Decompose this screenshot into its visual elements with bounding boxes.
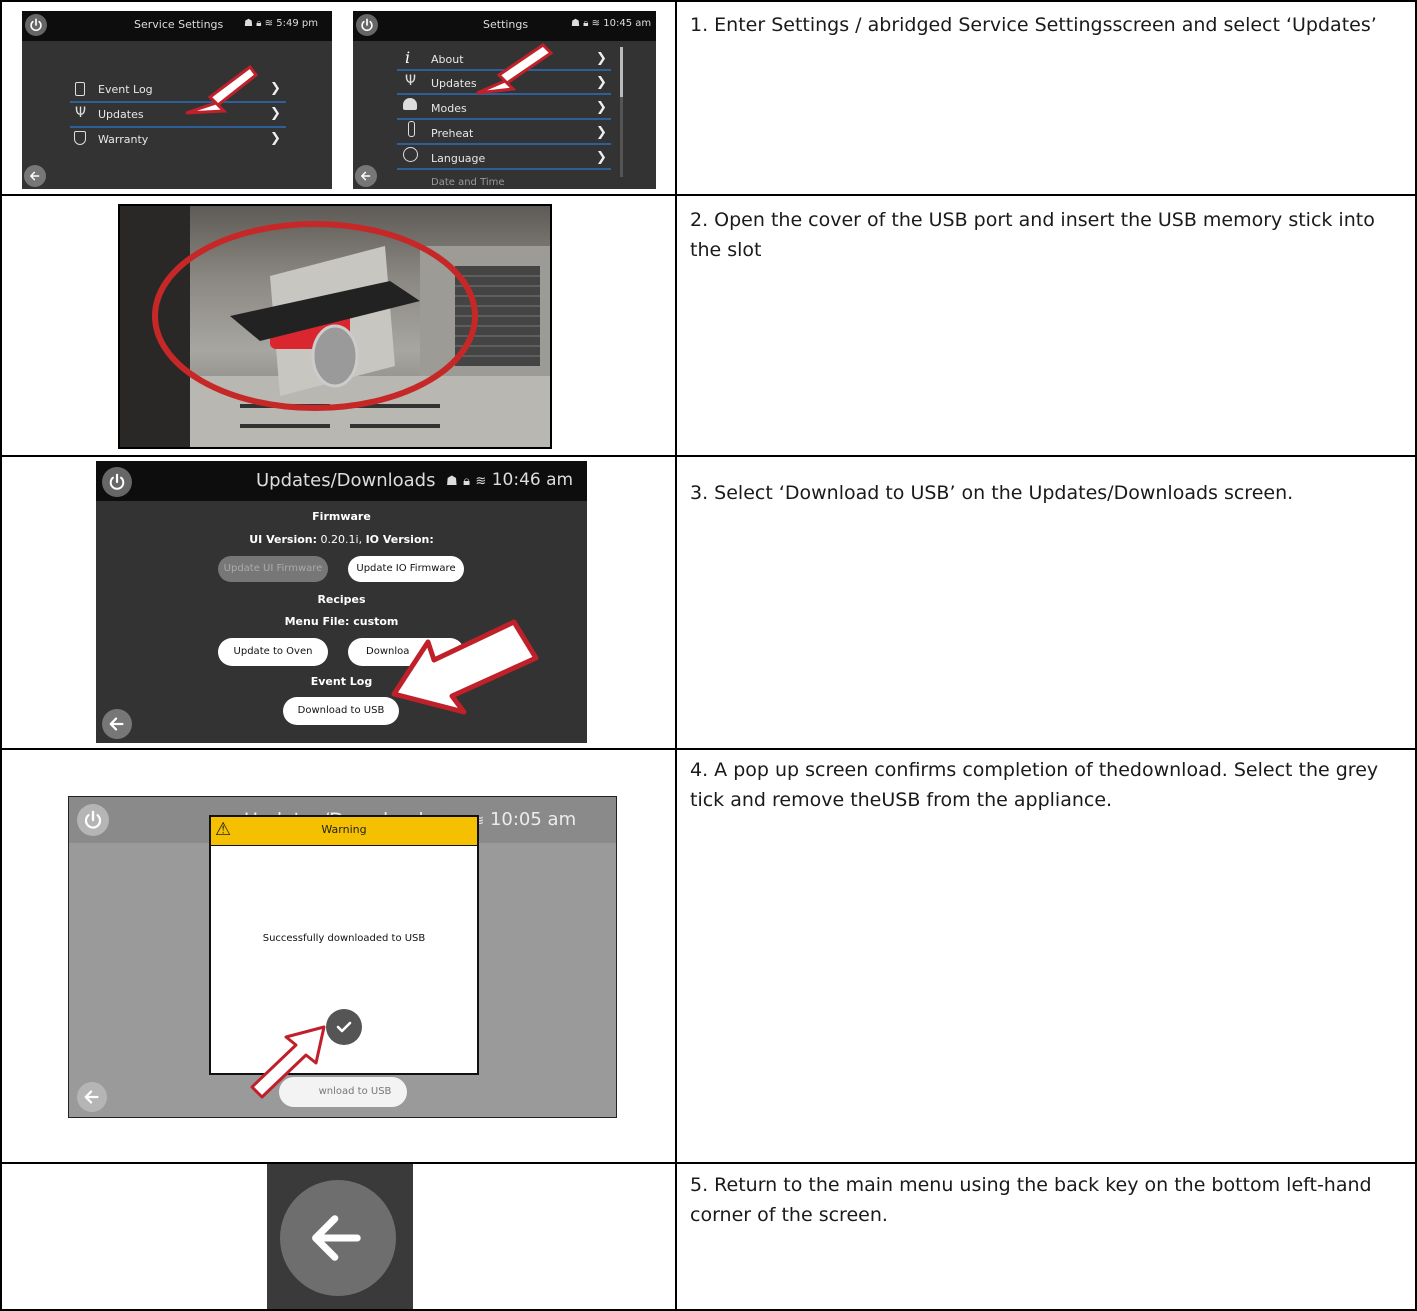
chef-icon: ☗: [571, 18, 580, 29]
update-io-firmware-button[interactable]: Update IO Firmware: [348, 556, 464, 582]
back-button[interactable]: [77, 1082, 107, 1112]
arrow-left-icon: [361, 171, 371, 181]
lock-icon: 🔒︎: [463, 474, 470, 489]
confirm-tick-button[interactable]: [326, 1009, 362, 1045]
menu-item-modes[interactable]: Modes: [431, 102, 467, 115]
settings-screen: Settings ☗ 🔒︎ ≋ 10:45 am i About ❯ Ψ Upd…: [353, 11, 656, 189]
power-icon[interactable]: [102, 467, 132, 497]
globe-icon: [403, 147, 418, 162]
menu-item-about[interactable]: About: [431, 53, 464, 66]
scrollbar[interactable]: [620, 47, 623, 177]
status-bar: ☗ 🔒︎ ≋ 5:49 pm: [244, 18, 318, 29]
popup-screen: Updates/Downloads ☗ 🔒︎ ≋ 10:05 am wnload…: [68, 796, 617, 1118]
power-icon[interactable]: [77, 804, 109, 836]
menu-item-preheat[interactable]: Preheat: [431, 127, 473, 140]
chevron-right-icon: ❯: [596, 150, 607, 165]
step-3-text: 3. Select ‘Download to USB’ on the Updat…: [690, 482, 1294, 504]
menu-divider: [397, 143, 611, 145]
row-divider: [0, 748, 1417, 750]
chevron-right-icon: ❯: [596, 100, 607, 115]
chef-icon: ☗: [244, 18, 253, 29]
wifi-icon: ≋: [591, 18, 601, 29]
menu-item-updates[interactable]: Updates: [431, 77, 477, 90]
back-button[interactable]: [102, 709, 132, 739]
battery-icon: [75, 82, 85, 96]
clock-text: 10:46 am: [491, 470, 574, 490]
version-info: UI Version: 0.20.1i, IO Version:: [249, 533, 434, 546]
service-settings-screen: Service Settings ☗ 🔒︎ ≋ 5:49 pm Event Lo…: [22, 11, 332, 189]
arrow-left-icon: [312, 1215, 361, 1261]
back-key-closeup: [267, 1164, 413, 1309]
clock-text: 10:45 am: [603, 18, 652, 29]
download-to-usb-button[interactable]: Download to USB: [283, 697, 399, 725]
update-to-oven-button[interactable]: Update to Oven: [218, 638, 328, 666]
table-border-top: [0, 0, 1417, 2]
menu-divider: [397, 168, 611, 170]
checkmark-icon: [336, 1021, 352, 1033]
info-icon: i: [405, 48, 411, 67]
usb-port-photo: [118, 204, 552, 449]
row-divider: [0, 455, 1417, 457]
step-4-text: 4. A pop up screen confirms completion o…: [690, 759, 1379, 811]
red-arrow-pointer: [391, 619, 539, 715]
wifi-icon: ≋: [475, 474, 487, 489]
arrow-left-icon: [30, 171, 40, 181]
screen-title: Settings: [483, 18, 529, 31]
row-divider: [0, 1162, 1417, 1164]
status-bar: ☗ 🔒︎ ≋ 10:46 am: [446, 470, 573, 490]
clock-text: 5:49 pm: [276, 18, 318, 29]
arrow-left-icon: [84, 1090, 99, 1104]
thermometer-icon: [408, 121, 415, 137]
chevron-right-icon: ❯: [270, 131, 281, 146]
menu-item-updates[interactable]: Updates: [98, 108, 144, 121]
wifi-icon: ≋: [264, 18, 274, 29]
shield-icon: [74, 131, 86, 145]
firmware-heading: Firmware: [312, 510, 371, 523]
screen-title: Updates/Downloads: [256, 470, 436, 491]
step-2-text: 2. Open the cover of the USB port and in…: [690, 209, 1375, 261]
clock-text: 10:05 am: [489, 809, 577, 830]
chef-icon: ☗: [446, 474, 458, 489]
power-icon[interactable]: [356, 14, 378, 36]
table-column-divider: [675, 0, 677, 1311]
back-button[interactable]: [24, 165, 46, 187]
step-5-text: 5. Return to the main menu using the bac…: [690, 1174, 1372, 1226]
red-arrow-pointer: [185, 64, 258, 115]
dialog-message: Successfully downloaded to USB: [262, 933, 426, 944]
warning-header: ⚠ Warning: [211, 817, 477, 846]
arrow-left-icon: [109, 717, 124, 731]
menu-item-language[interactable]: Language: [431, 152, 485, 165]
menu-item-date-time[interactable]: Date and Time: [431, 177, 505, 188]
menu-item-warranty[interactable]: Warranty: [98, 133, 148, 146]
update-ui-firmware-button[interactable]: Update UI Firmware: [218, 556, 328, 582]
back-button[interactable]: [280, 1180, 396, 1296]
row-divider: [0, 194, 1417, 196]
usb-icon: Ψ: [75, 105, 87, 121]
menu-divider: [70, 126, 286, 128]
chevron-right-icon: ❯: [596, 125, 607, 140]
screen-title: Service Settings: [134, 18, 224, 31]
red-arrow-pointer: [476, 43, 554, 95]
lock-icon: 🔒︎: [583, 18, 589, 29]
chevron-right-icon: ❯: [596, 75, 607, 90]
updates-downloads-screen: Updates/Downloads ☗ 🔒︎ ≋ 10:46 am Firmwa…: [96, 461, 587, 743]
recipes-heading: Recipes: [317, 593, 366, 606]
chevron-right-icon: ❯: [270, 81, 281, 96]
table-border-left: [0, 0, 2, 1311]
power-icon[interactable]: [25, 14, 47, 36]
chevron-right-icon: ❯: [596, 51, 607, 66]
usb-icon: Ψ: [405, 73, 417, 89]
status-bar: ☗ 🔒︎ ≋ 10:45 am: [571, 18, 651, 29]
menu-item-event-log[interactable]: Event Log: [98, 83, 153, 96]
menu-divider: [397, 118, 611, 120]
red-arrow-pointer: [250, 1025, 326, 1099]
chef-hat-icon: [403, 98, 417, 110]
back-button[interactable]: [355, 165, 377, 187]
step-1-text: 1. Enter Settings / abridged Service Set…: [690, 14, 1377, 36]
chevron-right-icon: ❯: [270, 106, 281, 121]
warning-title: Warning: [321, 823, 367, 836]
lock-icon: 🔒︎: [256, 18, 262, 29]
